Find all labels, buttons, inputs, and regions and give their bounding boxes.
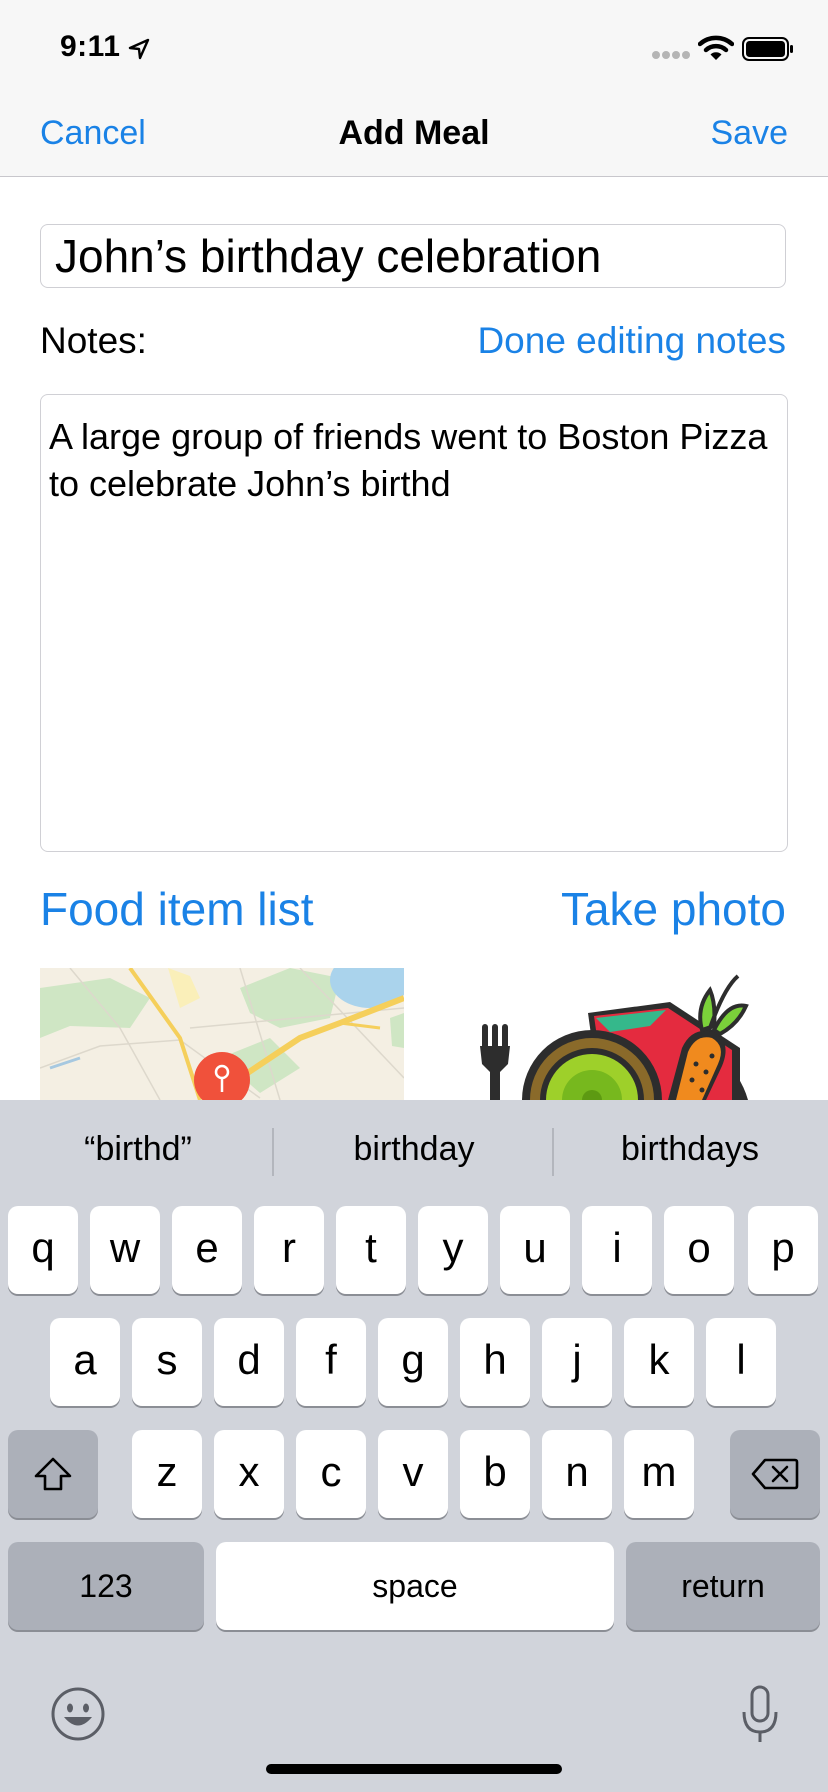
space-key[interactable]: space — [216, 1542, 614, 1630]
map-view[interactable] — [40, 968, 404, 1100]
key-j[interactable]: j — [542, 1318, 612, 1406]
key-w[interactable]: w — [90, 1206, 160, 1294]
shift-arrow-icon — [34, 1457, 72, 1491]
notes-label: Notes: — [40, 320, 147, 361]
food-plate-illustration — [480, 974, 749, 1100]
key-q[interactable]: q — [8, 1206, 78, 1294]
key-d[interactable]: d — [214, 1318, 284, 1406]
shift-key[interactable] — [8, 1430, 98, 1518]
key-n[interactable]: n — [542, 1430, 612, 1518]
key-t[interactable]: t — [336, 1206, 406, 1294]
keyboard: “birthd” birthday birthdays q w e r t y … — [0, 1100, 828, 1792]
battery-icon — [742, 37, 793, 61]
key-y[interactable]: y — [418, 1206, 488, 1294]
suggestion-3[interactable]: birthdays — [552, 1130, 828, 1169]
status-time: 9:11 — [60, 30, 121, 63]
numbers-key[interactable]: 123 — [8, 1542, 204, 1630]
key-z[interactable]: z — [132, 1430, 202, 1518]
key-i[interactable]: i — [582, 1206, 652, 1294]
key-f[interactable]: f — [296, 1318, 366, 1406]
key-h[interactable]: h — [460, 1318, 530, 1406]
key-a[interactable]: a — [50, 1318, 120, 1406]
status-bar: 9:11 — [0, 0, 828, 100]
key-p[interactable]: p — [748, 1206, 818, 1294]
predictive-bar: “birthd” birthday birthdays — [0, 1100, 828, 1204]
backspace-icon — [751, 1458, 799, 1490]
take-photo-button[interactable]: Take photo — [561, 882, 786, 936]
delete-key[interactable] — [730, 1430, 820, 1518]
food-item-list-button[interactable]: Food item list — [40, 882, 314, 936]
location-arrow-icon — [128, 38, 150, 60]
add-meal-screen: 9:11 Add Meal Cancel Save John’s birthda… — [0, 0, 828, 1792]
key-r[interactable]: r — [254, 1206, 324, 1294]
home-indicator[interactable] — [266, 1764, 562, 1774]
key-l[interactable]: l — [706, 1318, 776, 1406]
map-image — [40, 968, 404, 1100]
microphone-icon[interactable] — [740, 1684, 780, 1746]
notes-textarea[interactable]: A large group of friends went to Boston … — [40, 394, 788, 852]
navigation-bar: Add Meal Cancel Save — [0, 100, 828, 177]
key-b[interactable]: b — [460, 1430, 530, 1518]
key-m[interactable]: m — [624, 1430, 694, 1518]
suggestion-2[interactable]: birthday — [276, 1130, 552, 1169]
done-editing-notes-button[interactable]: Done editing notes — [477, 320, 786, 362]
emoji-icon[interactable] — [50, 1686, 106, 1742]
suggestion-1[interactable]: “birthd” — [0, 1130, 276, 1169]
key-o[interactable]: o — [664, 1206, 734, 1294]
key-x[interactable]: x — [214, 1430, 284, 1518]
save-button[interactable]: Save — [711, 114, 789, 153]
key-k[interactable]: k — [624, 1318, 694, 1406]
key-u[interactable]: u — [500, 1206, 570, 1294]
wifi-icon — [698, 35, 734, 60]
food-photo[interactable] — [470, 968, 760, 1100]
meal-name-field[interactable]: John’s birthday celebration — [40, 224, 786, 288]
key-v[interactable]: v — [378, 1430, 448, 1518]
key-s[interactable]: s — [132, 1318, 202, 1406]
signal-dots-icon — [652, 51, 690, 59]
key-e[interactable]: e — [172, 1206, 242, 1294]
key-g[interactable]: g — [378, 1318, 448, 1406]
return-key[interactable]: return — [626, 1542, 820, 1630]
key-c[interactable]: c — [296, 1430, 366, 1518]
cancel-button[interactable]: Cancel — [40, 114, 146, 153]
suggestion-divider — [272, 1128, 274, 1176]
